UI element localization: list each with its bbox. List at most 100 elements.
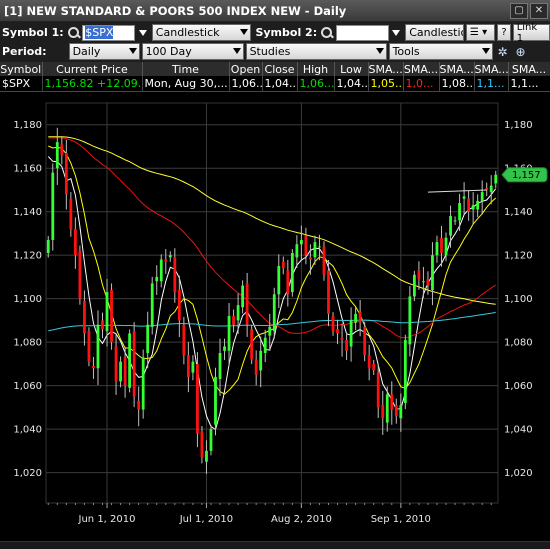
candle bbox=[485, 182, 489, 197]
period-select[interactable]: Daily bbox=[68, 43, 140, 60]
chart-style1-select[interactable]: Candlestick bbox=[151, 24, 252, 41]
quote-cell: 1,1... bbox=[508, 76, 550, 92]
y-tick-label: 1,140 bbox=[504, 207, 533, 218]
column-header[interactable]: High bbox=[297, 62, 335, 76]
y-tick-label: 1,180 bbox=[13, 120, 42, 131]
symbol1-history-button[interactable] bbox=[136, 24, 150, 41]
candle bbox=[268, 313, 272, 351]
candle bbox=[417, 261, 421, 290]
tools-value: Tools bbox=[392, 45, 420, 58]
candle-body bbox=[345, 339, 348, 351]
candle-body bbox=[223, 346, 226, 351]
candle bbox=[295, 235, 299, 268]
candle bbox=[78, 245, 82, 305]
chevron-down-icon bbox=[138, 29, 147, 36]
symbol2-input[interactable] bbox=[335, 24, 389, 41]
candle bbox=[290, 249, 294, 297]
candle bbox=[458, 193, 461, 232]
y-tick-label: 1,100 bbox=[13, 294, 42, 305]
candle-body bbox=[426, 279, 430, 286]
candle bbox=[146, 311, 150, 369]
x-axis: Jun 1, 2010 Jul 1, 2010 Aug 2, 2010 Sep 1, … bbox=[47, 503, 492, 525]
link-button[interactable]: Link 1 bbox=[512, 22, 550, 44]
candle bbox=[46, 236, 50, 258]
candle-body bbox=[87, 331, 91, 362]
list-menu-button[interactable]: ☰ ▾ bbox=[465, 24, 496, 41]
candle-body bbox=[60, 144, 64, 156]
search-icon[interactable] bbox=[320, 26, 334, 40]
column-header[interactable]: SMA... bbox=[474, 62, 509, 76]
y-tick-label: 1,160 bbox=[13, 164, 42, 175]
candle bbox=[87, 327, 91, 367]
candle-body bbox=[227, 316, 231, 351]
candle bbox=[128, 329, 132, 393]
candle-body bbox=[114, 346, 118, 382]
chevron-down-icon bbox=[375, 48, 384, 54]
symbol1-input[interactable]: $SPX bbox=[82, 24, 136, 41]
candle bbox=[272, 287, 276, 339]
y-tick-label: 1,080 bbox=[13, 338, 42, 349]
candle bbox=[304, 227, 308, 265]
column-header[interactable]: Open bbox=[229, 62, 263, 76]
zoom-icon[interactable]: ⊕ bbox=[513, 43, 529, 60]
column-header[interactable]: Current Price bbox=[42, 62, 143, 76]
candle-body bbox=[146, 324, 150, 353]
y-tick-label: 1,020 bbox=[13, 468, 42, 479]
candle-body bbox=[494, 174, 498, 184]
y-tick-label: 1,140 bbox=[13, 207, 42, 218]
quote-cell: $SPX bbox=[0, 76, 43, 92]
column-header[interactable]: SMA... bbox=[368, 62, 404, 76]
candle bbox=[431, 242, 434, 306]
candle-body bbox=[177, 289, 181, 321]
candle bbox=[236, 293, 240, 335]
candle-body bbox=[259, 350, 263, 371]
status-bar bbox=[0, 541, 550, 549]
candle bbox=[309, 244, 312, 275]
candle bbox=[168, 251, 172, 262]
column-header[interactable]: SMA... bbox=[508, 62, 550, 76]
candle-body bbox=[110, 289, 113, 343]
candle bbox=[173, 248, 177, 303]
candle bbox=[191, 355, 195, 381]
chart-style2-select[interactable]: Candlestick bbox=[405, 24, 464, 41]
candle bbox=[254, 350, 258, 386]
candle-body bbox=[476, 200, 480, 210]
candle bbox=[218, 338, 222, 396]
price-chart[interactable]: 1,020 1,040 1,060 1,080 1,100 1,120 1,140 1,160… bbox=[0, 93, 550, 541]
column-header[interactable]: SMA... bbox=[439, 62, 475, 76]
candle-body bbox=[313, 242, 317, 258]
quote-row[interactable]: $SPX 1,156.82 +12.09... Mon, Aug 30,... … bbox=[0, 76, 550, 92]
column-header[interactable]: Low bbox=[334, 62, 369, 76]
candle-body bbox=[417, 270, 421, 280]
candle-body bbox=[128, 333, 132, 388]
candle-body bbox=[304, 235, 308, 256]
candle-body bbox=[435, 242, 439, 256]
candle-body bbox=[186, 355, 190, 377]
settings-gear-icon[interactable]: ✲ bbox=[495, 43, 511, 60]
column-header[interactable]: Time bbox=[142, 62, 230, 76]
column-header[interactable]: Close bbox=[262, 62, 298, 76]
close-button[interactable]: ✕ bbox=[530, 2, 548, 19]
candle-body bbox=[480, 192, 484, 201]
help-button[interactable]: ? bbox=[497, 24, 511, 41]
candle-body bbox=[196, 363, 199, 434]
tools-select[interactable]: Tools bbox=[388, 43, 493, 60]
candle-body bbox=[462, 196, 466, 199]
candles bbox=[46, 127, 498, 474]
symbol2-history-button[interactable] bbox=[390, 24, 404, 41]
candle bbox=[205, 440, 208, 474]
maximize-button[interactable]: ▢ bbox=[510, 2, 528, 19]
column-header[interactable]: Symbol bbox=[0, 62, 43, 76]
candle bbox=[119, 356, 122, 388]
candle bbox=[367, 344, 371, 381]
range-select[interactable]: 100 Day bbox=[141, 43, 244, 60]
candle-body bbox=[168, 255, 172, 258]
column-header[interactable]: SMA... bbox=[403, 62, 440, 76]
search-icon[interactable] bbox=[67, 26, 81, 40]
candle-body bbox=[340, 337, 344, 340]
candle bbox=[186, 342, 190, 393]
studies-select[interactable]: Studies bbox=[245, 43, 387, 60]
chart-overlay bbox=[427, 189, 487, 193]
plot-frame bbox=[45, 102, 499, 504]
candle-body bbox=[467, 198, 471, 212]
